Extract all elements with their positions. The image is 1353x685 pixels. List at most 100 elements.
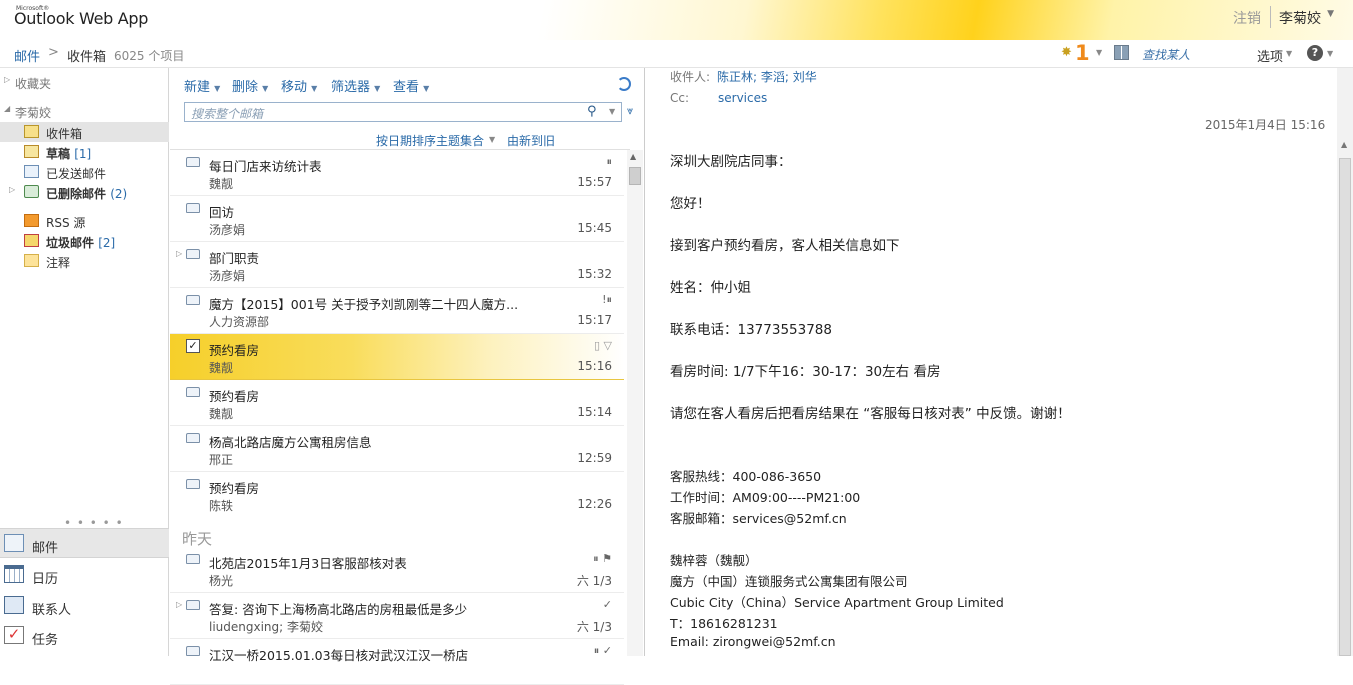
bell-icon[interactable]: ✸ [1061,45,1072,60]
list-item[interactable]: 魔方【2015】001号 关于授予刘凯刚等二十四人魔方... !⏸ 人力资源部 … [170,288,624,334]
module-calendar[interactable]: 日历 [0,560,169,590]
delete-button[interactable]: 删除 ▼ [232,76,268,95]
filter-button[interactable]: 筛选器 ▼ [331,76,380,95]
list-item[interactable]: 预约看房 陈轶 12:26 [170,472,624,518]
nav-account-label: 李菊姣 [15,106,52,120]
user-menu[interactable]: 李菊姣 [1279,8,1321,28]
refresh-icon[interactable] [617,77,631,91]
sidebar-item-sent[interactable]: 已发送邮件 [0,162,169,182]
checkbox[interactable]: ✓ [186,339,200,353]
sidebar-item-notes[interactable]: 注释 [0,251,169,271]
sort-order-toggle[interactable]: 由新到旧 [507,132,555,149]
cc-recipients[interactable]: services [718,91,767,105]
list-item[interactable]: ▷ 答复: 咨询下上海杨高北路店的房租最低是多少 ✓ liudengxing; … [170,593,624,639]
search-input[interactable]: 搜索整个邮箱 ⚲ ▼ [184,102,622,122]
list-item[interactable]: 回访 汤彦娟 15:45 [170,196,624,242]
body-line: 接到客户预约看房，客人相关信息如下 [670,238,900,254]
address-book-icon[interactable] [1114,45,1129,60]
sidebar-item-deleted[interactable]: ▷ 已删除邮件 (2) [0,182,169,202]
body-line: 请您在客人看房后把看房结果在 “客服每日核对表” 中反馈。谢谢！ [670,406,1071,422]
view-button-label: 查看 [393,80,420,95]
options-menu[interactable]: 选项 [1257,46,1283,65]
move-button-label: 移动 [281,80,308,95]
message-subject: 每日门店来访统计表 [209,159,322,174]
read-envelope-icon [186,554,200,564]
attachment-icon: ⏸ [606,155,613,168]
expand-arrow-icon[interactable]: ▷ [9,185,15,194]
sidebar-item-inbox[interactable]: 收件箱 [0,122,169,142]
nav-account[interactable]: ◢ 李菊姣 [0,101,169,121]
tasks-icon: ✓ [4,626,24,644]
list-item[interactable]: 预约看房 魏靓 15:14 [170,380,624,426]
nav-favorites[interactable]: ▷ 收藏夹 [0,72,169,92]
read-envelope-icon [186,433,200,443]
expand-conversation-icon[interactable]: ▷ [176,600,182,609]
new-button[interactable]: 新建 ▼ [184,76,220,95]
list-item[interactable]: 杨高北路店魔方公寓租房信息 邢正 12:59 [170,426,624,472]
chevron-down-icon[interactable]: ▼ [1096,48,1102,57]
list-item[interactable]: 江汉一桥2015.01.03每日核对武汉江汉一桥店 ⏸ ✓ [170,639,624,685]
message-date: 2015年1月4日 15:16 [1205,118,1326,132]
divider [1270,6,1271,28]
module-label: 联系人 [32,603,72,618]
sidebar-item-rss[interactable]: RSS 源 [0,211,169,231]
scroll-up-arrow-icon[interactable]: ▲ [630,152,636,161]
message-time: 15:57 [577,175,612,189]
module-contacts[interactable]: 联系人 [0,591,169,621]
signature-line: 魔方（中国）连锁服务式公寓集团有限公司 [670,574,908,589]
message-subject: 部门职责 [209,251,260,266]
view-button[interactable]: 查看 ▼ [393,76,429,95]
sort-by-menu[interactable]: 按日期排序主题集合 [376,132,484,149]
scrollbar-thumb[interactable] [1339,158,1351,656]
list-item-selected[interactable]: ✓ 预约看房 ▯ ▽ 魏靓 15:16 [170,334,624,380]
breadcrumb-separator: > [48,45,59,60]
filter-button-label: 筛选器 [331,80,371,95]
chevron-down-icon: ▼ [214,84,221,93]
chevron-down-icon[interactable]: ▼ [1327,9,1334,19]
chevron-down-icon[interactable]: ▼ [1286,49,1292,58]
message-sender: 陈轶 [209,499,234,513]
list-item[interactable]: 每日门店来访统计表 ⏸ 魏靓 15:57 [170,150,624,196]
scroll-up-arrow-icon[interactable]: ▲ [1341,140,1347,149]
chevron-down-icon: ▼ [423,84,430,93]
chevron-down-icon[interactable]: ▼ [609,107,615,116]
search-icon[interactable]: ⚲ [587,104,597,119]
help-icon[interactable]: ? [1307,45,1323,61]
breadcrumb-mail[interactable]: 邮件 [14,46,40,65]
read-envelope-icon [186,387,200,397]
sidebar-item-drafts[interactable]: 草稿 [1] [0,142,169,162]
expand-search-icon[interactable]: ⩔ [627,104,633,118]
sidebar-item-junk[interactable]: 垃圾邮件 [2] [0,231,169,251]
flag-icon[interactable]: ▯ ▽ [594,339,612,352]
module-mail[interactable]: 邮件 [0,528,169,558]
search-placeholder: 搜索整个邮箱 [191,107,264,121]
signout-link[interactable]: 注销 [1233,8,1261,28]
message-subject: 回访 [209,205,235,220]
chevron-down-icon[interactable]: ▼ [489,135,495,144]
delete-button-label: 删除 [232,80,259,95]
message-list-scrollbar[interactable] [627,150,643,656]
to-recipients[interactable]: 陈正林; 李滔; 刘华 [717,68,817,85]
calendar-icon [4,565,24,583]
inbox-icon [24,125,39,138]
sidebar-item-label: 垃圾邮件 [46,236,95,250]
scrollbar-thumb[interactable] [629,167,641,185]
message-subject: 魔方【2015】001号 关于授予刘凯刚等二十四人魔方... [209,297,519,312]
conversation-icon [186,249,200,259]
read-envelope-icon [186,646,200,656]
list-item[interactable]: ▷ 部门职责 汤彦娟 15:32 [170,242,624,288]
message-time: 15:45 [577,221,612,235]
mail-icon [4,534,24,552]
find-people-input[interactable]: 查找某人 [1142,46,1190,63]
collapse-arrow-icon[interactable]: ◢ [4,104,10,113]
expand-conversation-icon[interactable]: ▷ [176,249,182,258]
signature-line: 客服热线：400-086-3650 [670,469,822,484]
chevron-down-icon[interactable]: ▼ [1327,49,1333,58]
expand-arrow-icon[interactable]: ▷ [4,75,10,84]
move-button[interactable]: 移动 ▼ [281,76,317,95]
list-item[interactable]: 北苑店2015年1月3日客服部核对表 ⏸ ⚑ 杨光 六 1/3 [170,547,624,593]
module-tasks[interactable]: ✓ 任务 [0,621,169,651]
chevron-down-icon: ▼ [311,84,318,93]
message-time: 15:14 [577,405,612,419]
notification-count[interactable]: 1 [1075,41,1090,65]
